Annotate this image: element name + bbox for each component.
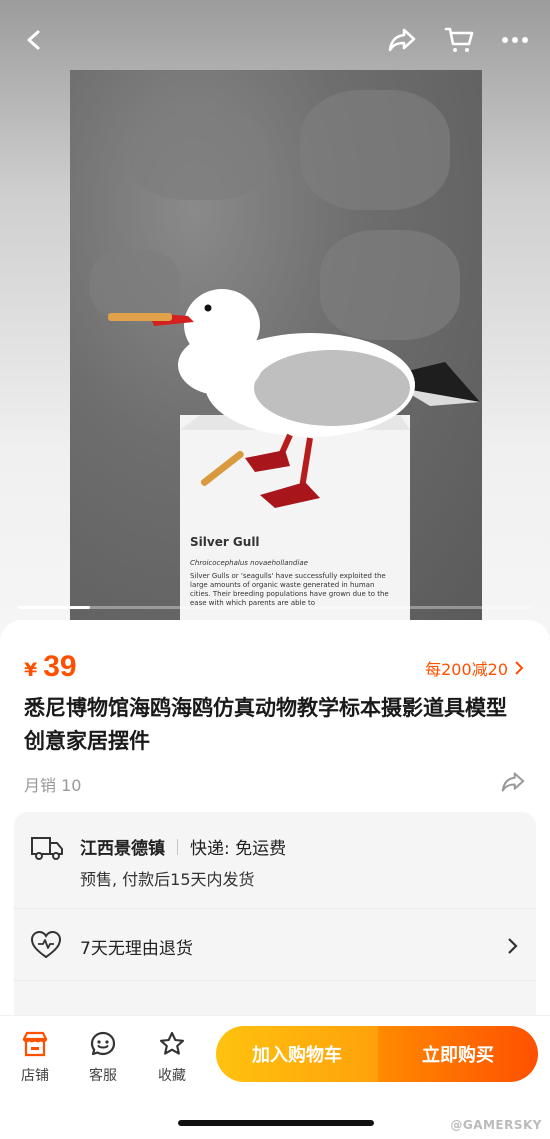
delivery-truck-icon (31, 837, 63, 860)
store-button[interactable]: 店铺 (5, 1030, 65, 1085)
home-indicator[interactable] (178, 1120, 374, 1126)
plaque-species: Chroicocephalus novaehollandiae (190, 559, 308, 567)
ship-origin: 江西景德镇 (80, 839, 165, 859)
cart-icon[interactable] (441, 22, 477, 58)
store-label: 店铺 (21, 1068, 49, 1084)
more-dots-icon[interactable] (497, 22, 533, 58)
buy-now-button[interactable]: 立即购买 (378, 1026, 538, 1082)
share-icon[interactable] (498, 768, 528, 796)
return-policy-label: 7天无理由退货 (80, 939, 193, 959)
promo-discount-link[interactable]: 每200减20 (425, 656, 524, 680)
plaque-title: Silver Gull (190, 535, 260, 549)
customer-service-icon (90, 1031, 116, 1056)
presale-note: 预售, 付款后15天内发货 (80, 870, 255, 889)
divider (14, 908, 536, 909)
share-icon[interactable] (384, 22, 420, 58)
favorite-label: 收藏 (158, 1068, 186, 1084)
specimen-plaque: Silver Gull Chroicocephalus novaeholland… (190, 535, 395, 624)
shipping-method: 快递: 免运费 (190, 839, 287, 859)
star-icon (159, 1031, 185, 1055)
monthly-sales: 月销 10 (24, 776, 82, 795)
product-info-card: ¥ 39 每200减20 悉尼博物馆海鸥海鸥仿真动物教学标本摄影道具模型创意家居… (0, 620, 550, 1052)
return-policy-row[interactable]: 7天无理由退货 (14, 910, 536, 980)
gallery-progress-bar (18, 606, 90, 609)
product-title: 悉尼博物馆海鸥海鸥仿真动物教学标本摄影道具模型创意家居摆件 (24, 696, 507, 753)
customer-service-button[interactable]: 客服 (73, 1030, 133, 1085)
museum-display-photo: Silver Gull Chroicocephalus novaeholland… (70, 70, 482, 630)
product-image[interactable]: Silver Gull Chroicocephalus novaeholland… (0, 0, 550, 650)
store-icon (22, 1031, 48, 1057)
plaque-text: Silver Gulls or 'seagulls' have successf… (190, 572, 389, 607)
chevron-right-icon (515, 661, 524, 675)
top-navigation-bar (0, 0, 550, 78)
customer-service-label: 客服 (89, 1068, 117, 1084)
favorite-button[interactable]: 收藏 (142, 1030, 202, 1085)
add-to-cart-button[interactable]: 加入购物车 (216, 1026, 378, 1082)
divider (177, 838, 178, 855)
shipping-summary: 江西景德镇 快递: 免运费 (80, 834, 286, 859)
watermark-text: @GAMERSKY (450, 1118, 542, 1132)
chevron-right-icon (508, 938, 518, 954)
price: ¥ 39 (24, 650, 77, 684)
divider (14, 980, 536, 981)
promo-label: 每200减20 (425, 660, 508, 679)
heart-shield-icon (30, 930, 62, 959)
price-value: 39 (43, 650, 77, 683)
currency-symbol: ¥ (24, 659, 38, 681)
back-chevron-icon[interactable] (16, 22, 52, 58)
gallery-progress-track (18, 606, 532, 609)
